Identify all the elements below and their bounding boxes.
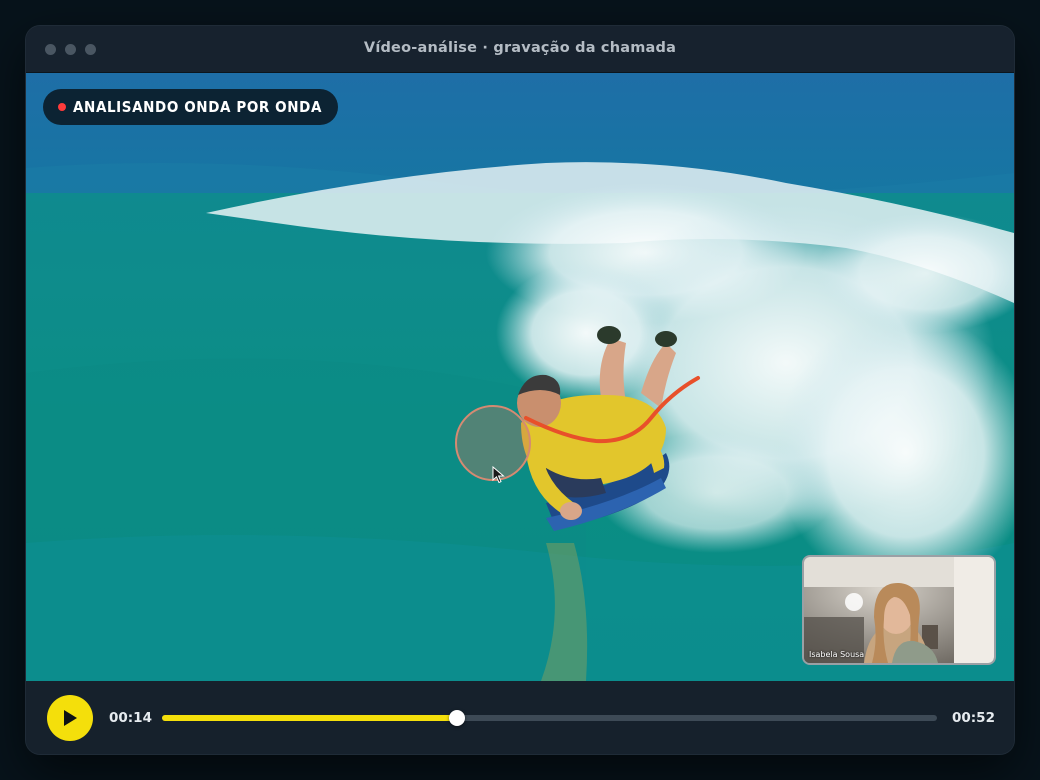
seek-handle[interactable]	[448, 710, 465, 726]
badge-label: ANALISANDO ONDA POR ONDA	[73, 98, 322, 116]
current-time: 00:14	[109, 710, 152, 726]
seek-bar[interactable]	[162, 710, 937, 726]
video-call-window: Vídeo-análise · gravação da chamada ANAL…	[26, 26, 1014, 754]
cursor-icon	[492, 466, 505, 484]
window-title: Vídeo-análise · gravação da chamada	[363, 40, 677, 56]
play-icon	[64, 710, 77, 726]
duration-time: 00:52	[952, 710, 995, 726]
title-bar: Vídeo-análise · gravação da chamada	[26, 26, 1014, 73]
video-frame[interactable]: ANALISANDO ONDA POR ONDA Isabela Sousa	[26, 73, 1014, 681]
participant-video-thumbnail[interactable]: Isabela Sousa	[802, 555, 996, 665]
live-analysis-badge: ANALISANDO ONDA POR ONDA	[43, 89, 338, 125]
participant-name: Isabela Sousa	[809, 650, 865, 659]
player-controls: 00:14 00:52	[26, 681, 1014, 754]
recording-dot-icon	[58, 103, 66, 111]
participant-video-image	[804, 557, 994, 663]
seek-bar-progress	[162, 715, 457, 721]
play-button[interactable]	[47, 695, 93, 741]
